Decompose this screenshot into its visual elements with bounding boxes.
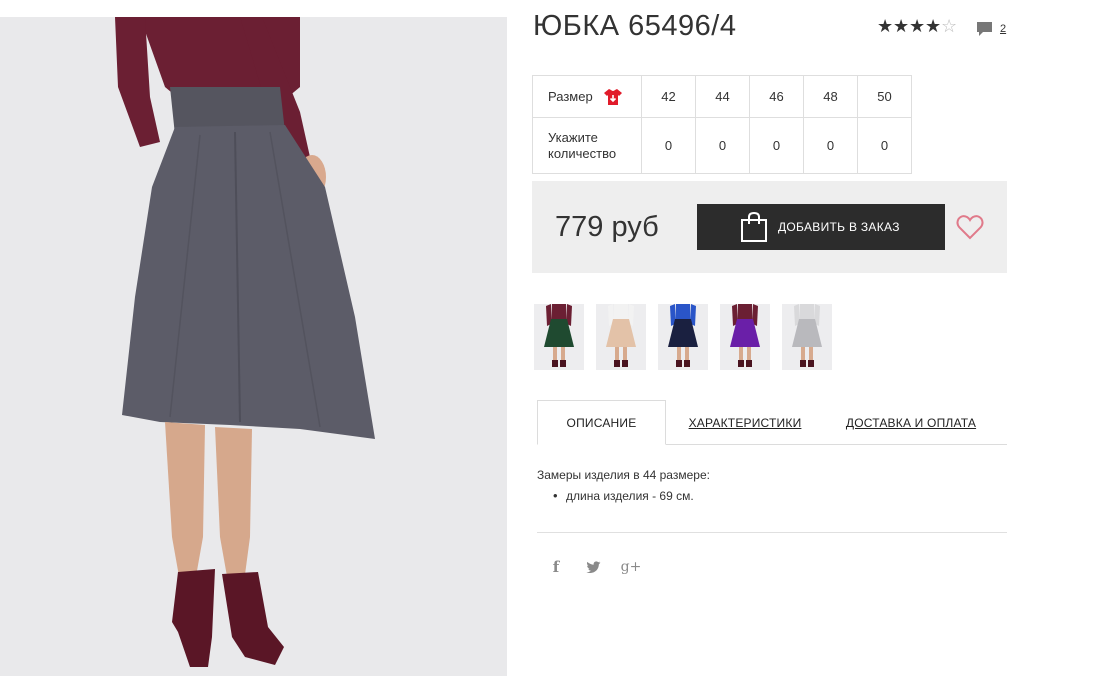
add-to-order-button[interactable]: ДОБАВИТЬ В ЗАКАЗ [697, 204, 945, 250]
star-filled-icon[interactable]: ★ [925, 18, 941, 36]
star-filled-icon[interactable]: ★ [877, 18, 893, 36]
color-thumbnail-grey[interactable] [782, 304, 832, 370]
description-item: длина изделия - 69 см. [553, 488, 694, 503]
tab-delivery-payment[interactable]: ДОСТАВКА И ОПЛАТА [840, 400, 982, 445]
size-label-cell: Размер [532, 75, 642, 118]
quantity-field[interactable]: 0 [803, 117, 858, 174]
size-chart-tshirt-icon[interactable] [603, 87, 623, 107]
color-thumbnail-navy[interactable] [658, 304, 708, 370]
tab-description[interactable]: ОПИСАНИЕ [537, 400, 666, 445]
rating-stars[interactable]: ★ ★ ★ ★ ☆ [877, 18, 957, 36]
size-option[interactable]: 50 [857, 75, 912, 118]
heart-icon[interactable] [956, 214, 984, 240]
shopping-bag-icon [741, 211, 767, 242]
google-plus-icon[interactable]: g+ [620, 557, 642, 577]
facebook-icon[interactable]: f [549, 557, 563, 577]
add-to-order-label: ДОБАВИТЬ В ЗАКАЗ [778, 220, 900, 234]
color-thumbnail-green[interactable] [534, 304, 584, 370]
description-list: длина изделия - 69 см. [553, 488, 694, 503]
quantity-field[interactable]: 0 [857, 117, 912, 174]
divider [537, 532, 1007, 533]
color-thumbnail-beige[interactable] [596, 304, 646, 370]
size-table: Размер 42 44 46 48 50 Укажите количество… [532, 75, 912, 174]
star-filled-icon[interactable]: ★ [909, 18, 925, 36]
product-price: 779 руб [555, 211, 659, 243]
quantity-field[interactable]: 0 [749, 117, 804, 174]
comments-count-link[interactable]: 2 [1000, 23, 1006, 35]
description-intro: Замеры изделия в 44 размере: [537, 468, 710, 482]
size-option[interactable]: 42 [641, 75, 696, 118]
product-title: ЮБКА 65496/4 [533, 10, 737, 42]
comment-icon[interactable] [976, 21, 993, 37]
quantity-field[interactable]: 0 [695, 117, 750, 174]
tab-description-label: ОПИСАНИЕ [566, 415, 637, 430]
star-filled-icon[interactable]: ★ [893, 18, 909, 36]
size-option[interactable]: 44 [695, 75, 750, 118]
color-thumbnail-purple[interactable] [720, 304, 770, 370]
tab-delivery-payment-label: ДОСТАВКА И ОПЛАТА [845, 415, 977, 430]
price-box: 779 руб ДОБАВИТЬ В ЗАКАЗ [532, 181, 1007, 273]
size-option[interactable]: 48 [803, 75, 858, 118]
quantity-label: Укажите количество [532, 117, 642, 174]
size-option[interactable]: 46 [749, 75, 804, 118]
tab-characteristics-label: ХАРАКТЕРИСТИКИ [688, 415, 802, 430]
main-product-photo[interactable] [0, 17, 507, 676]
twitter-icon[interactable] [585, 557, 601, 577]
quantity-field[interactable]: 0 [641, 117, 696, 174]
size-label: Размер [548, 89, 593, 104]
star-empty-icon[interactable]: ☆ [941, 18, 957, 36]
tab-characteristics[interactable]: ХАРАКТЕРИСТИКИ [680, 400, 810, 445]
